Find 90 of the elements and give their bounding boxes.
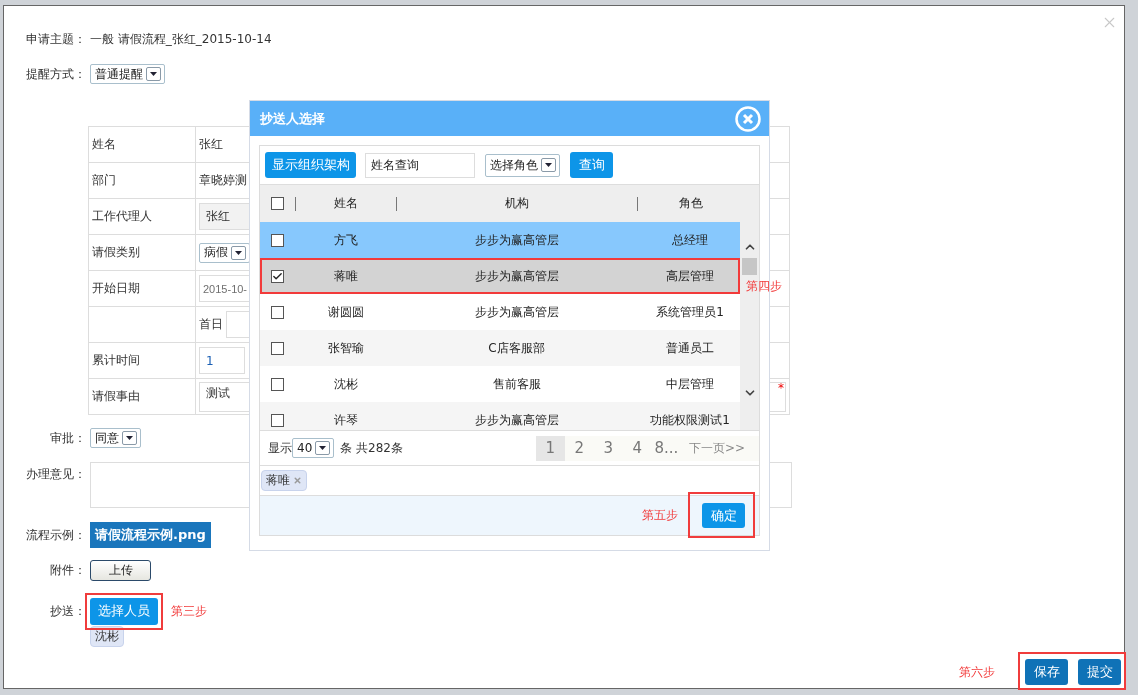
page-button[interactable]: 8... [651, 435, 681, 461]
dialog-title: 抄送人选择 [260, 109, 325, 128]
number-field[interactable]: 1 [199, 347, 245, 374]
table-cell: 系统管理员1 [656, 303, 724, 321]
table-cell: 普通员工 [666, 339, 714, 357]
table-cell: 张智瑜 [327, 339, 364, 357]
field-label: 流程示例： [26, 526, 86, 544]
field-label: 工作代理人 [92, 208, 152, 225]
caret-icon [315, 441, 331, 455]
checkbox[interactable] [271, 341, 284, 355]
table-cell: 蒋唯 [333, 267, 358, 285]
role-select[interactable]: 选择角色 [485, 153, 560, 177]
page-button[interactable]: 1 [535, 435, 565, 461]
name-search-field[interactable]: 姓名查询 [365, 152, 475, 178]
column-header: 姓名 [334, 195, 358, 212]
total-count: 条 共282条 [340, 439, 403, 457]
field-label: 请假事由 [92, 388, 140, 405]
person-chip: 蒋唯 [261, 470, 307, 491]
table-cell: 谢圆圆 [327, 303, 364, 321]
table-cell: 步步为赢高管层 [474, 231, 559, 249]
step-annotation: 第六步 [959, 663, 995, 681]
field-label: 首日 [199, 316, 223, 333]
next-page-button[interactable]: 下一页>> [680, 435, 759, 461]
select-people-button[interactable]: 选择人员 [90, 597, 158, 625]
field-label: 审批： [49, 429, 86, 447]
pager-label: 显示 [268, 439, 292, 457]
table-cell: 步步为赢高管层 [474, 411, 559, 429]
save-button[interactable]: 保存 [1025, 659, 1068, 685]
table-cell: 总经理 [672, 231, 708, 249]
table-cell: 步步为赢高管层 [474, 303, 559, 321]
caret-icon [541, 158, 556, 172]
submit-button[interactable]: 提交 [1078, 659, 1121, 685]
table-cell: 功能权限测试1 [650, 411, 730, 429]
table-row[interactable]: 张智瑜 C店客服部 普通员工 [260, 330, 740, 366]
confirm-button[interactable]: 确定 [702, 503, 745, 528]
field-value: 章晓婷测 [199, 172, 247, 189]
table-cell: 中层管理 [666, 375, 714, 393]
table-row[interactable]: 许琴 步步为赢高管层 功能权限测试1 [260, 402, 740, 430]
table-row[interactable]: 蒋唯 步步为赢高管层 高层管理 [260, 258, 740, 294]
category-select[interactable]: 病假 [199, 242, 250, 263]
field-label: 请假类别 [92, 244, 140, 261]
page-button[interactable]: 2 [564, 435, 594, 461]
reminder-select[interactable]: 普通提醒 [90, 64, 165, 84]
field-label: 开始日期 [92, 280, 140, 297]
column-header: 角色 [678, 195, 703, 212]
page-size-select[interactable]: 40 [292, 438, 335, 458]
checkbox[interactable] [271, 413, 284, 427]
field-label: 提醒方式： [26, 65, 86, 83]
table-cell: 步步为赢高管层 [474, 267, 559, 285]
table-cell: 售前客服 [492, 375, 541, 393]
show-org-button[interactable]: 显示组织架构 [265, 152, 356, 178]
scroll-thumb[interactable] [742, 258, 757, 275]
table-cell: C店客服部 [488, 339, 545, 357]
field-label: 姓名 [92, 136, 116, 153]
person-chip: 沈彬 [90, 626, 124, 647]
field-value: 张红 [199, 136, 223, 153]
field-label: 申请主题： [26, 30, 86, 48]
page-button[interactable]: 3 [593, 435, 623, 461]
field-label: 累计时间 [92, 352, 140, 369]
checkbox[interactable] [271, 233, 284, 247]
subject-value: 一般 请假流程_张红_2015-10-14 [90, 30, 272, 48]
field-label: 部门 [92, 172, 116, 189]
field-label: 办理意见： [26, 466, 86, 483]
query-button[interactable]: 查询 [570, 152, 613, 178]
checkbox[interactable] [271, 269, 284, 283]
table-row[interactable]: 谢圆圆 步步为赢高管层 系统管理员1 [260, 294, 740, 330]
file-link[interactable]: 请假流程示例.png [90, 522, 211, 548]
step-annotation: 第三步 [171, 602, 207, 620]
table-cell: 沈彬 [333, 375, 358, 393]
caret-icon [146, 67, 161, 81]
step-annotation: 第四步 [746, 278, 782, 295]
upload-button[interactable]: 上传 [90, 559, 151, 581]
required-mark: * [778, 381, 784, 395]
field-label: 附件： [49, 561, 86, 579]
page-button[interactable]: 4 [622, 435, 652, 461]
checkbox[interactable] [271, 305, 284, 319]
checkbox[interactable] [271, 197, 284, 210]
table-cell: 方飞 [333, 231, 358, 249]
table-cell: 许琴 [333, 411, 358, 429]
table-cell: 高层管理 [666, 267, 714, 285]
annotation-frame [688, 492, 755, 538]
table-row[interactable]: 方飞 步步为赢高管层 总经理 [260, 222, 740, 258]
field-label: 抄送： [49, 602, 86, 620]
caret-icon [231, 245, 246, 260]
checkbox[interactable] [271, 377, 284, 391]
table-row[interactable]: 沈彬 售前客服 中层管理 [260, 366, 740, 402]
caret-icon [122, 431, 137, 445]
column-header: 机构 [505, 195, 529, 212]
approval-select[interactable]: 同意 [90, 428, 141, 448]
step-annotation: 第五步 [642, 507, 678, 524]
